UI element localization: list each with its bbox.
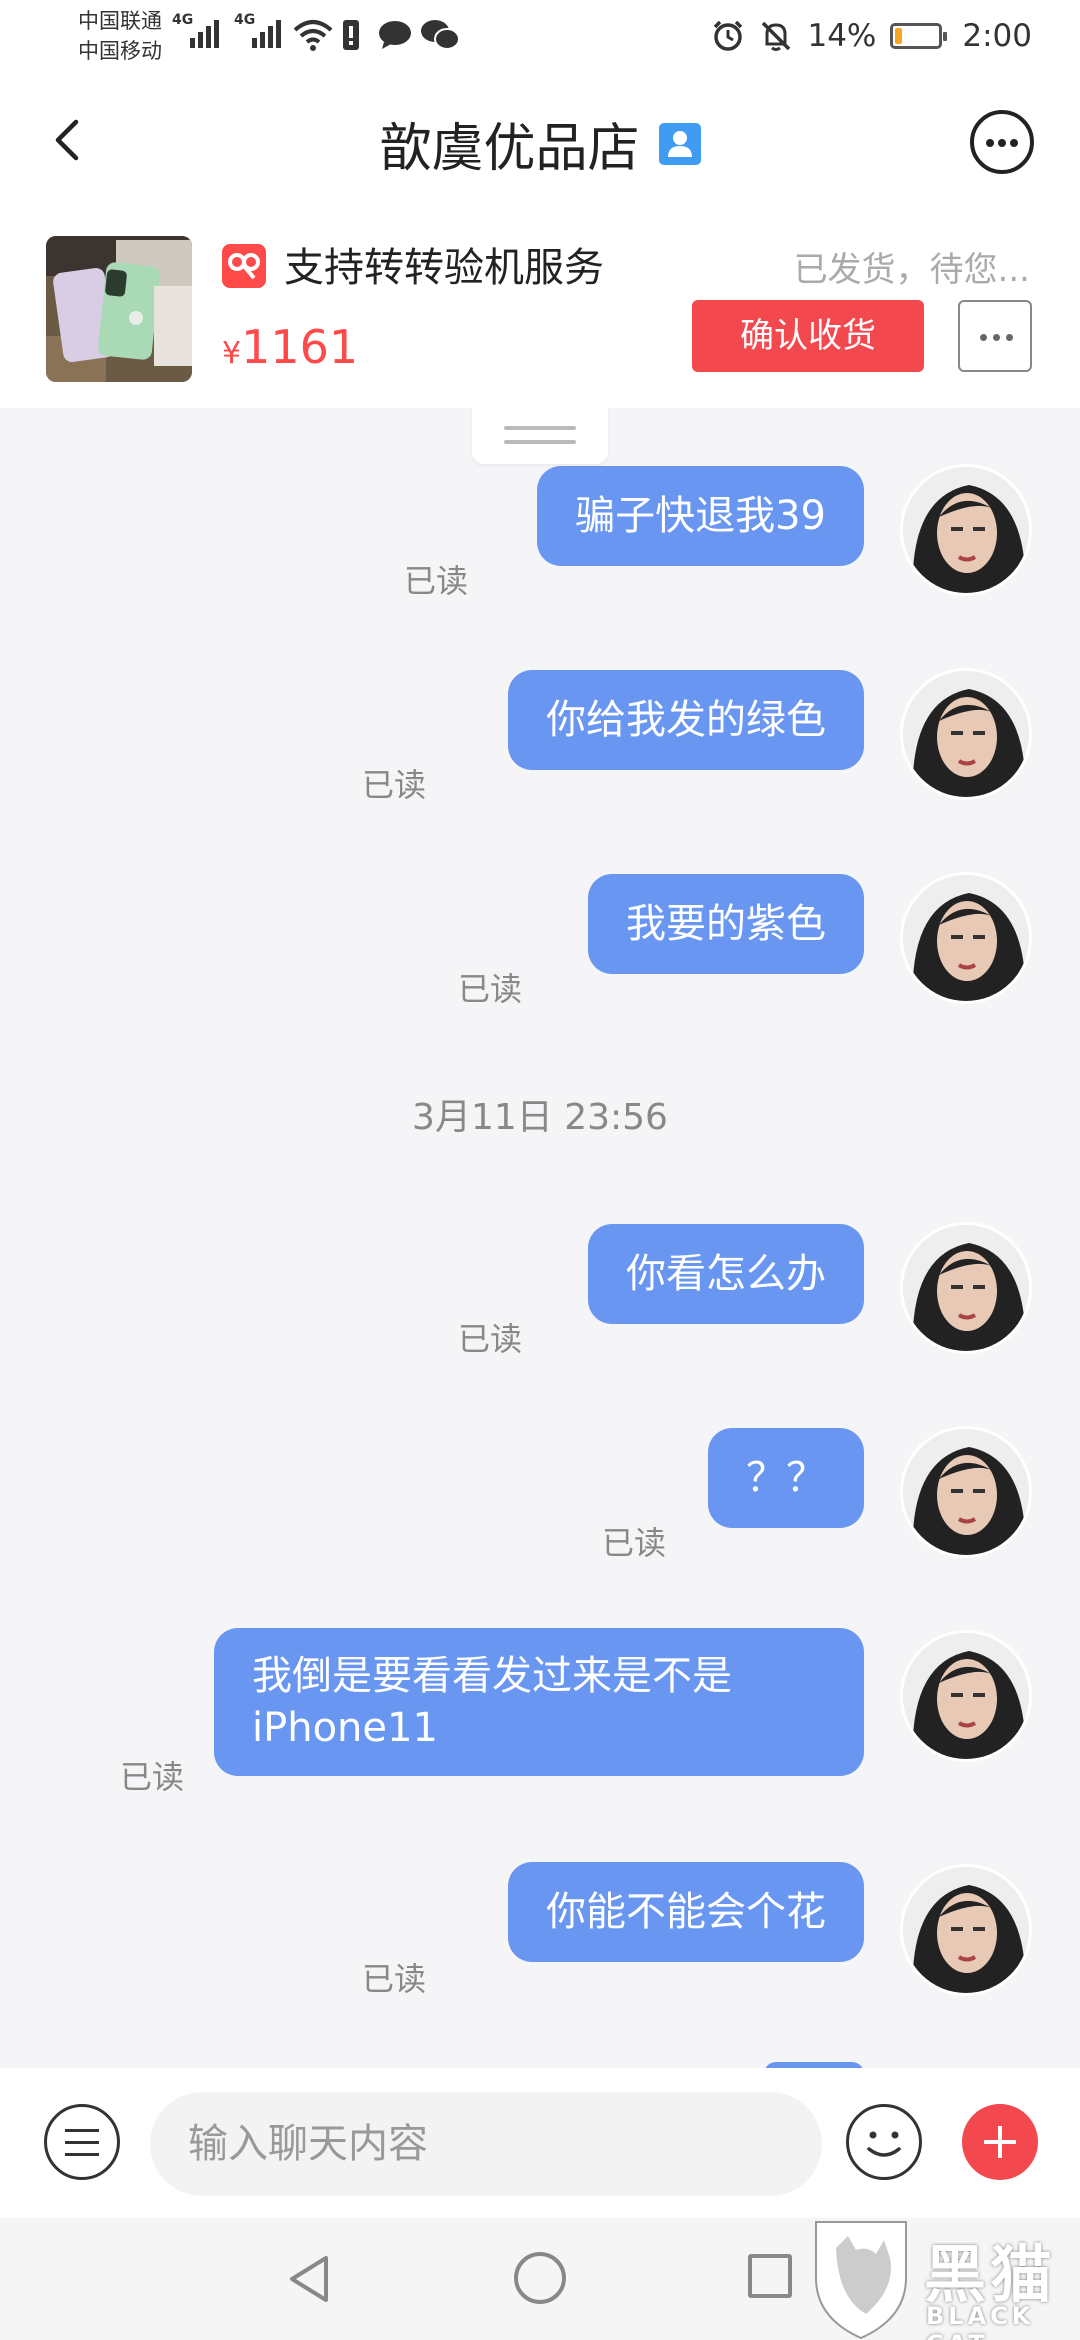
message-bubble[interactable]: 骗子快退我39 bbox=[537, 466, 864, 566]
carrier-1: 中国联通 bbox=[78, 9, 162, 33]
message-bubble[interactable]: 你给我发的绿色 bbox=[508, 670, 864, 770]
alert-icon bbox=[343, 20, 359, 50]
message-bubble[interactable]: ？？ bbox=[708, 1428, 864, 1528]
watermark-subtext: BLACK CAT bbox=[926, 2302, 1035, 2340]
product-card[interactable]: 支持转转验机服务 ¥1161 已发货，待您... 确认收货 bbox=[0, 208, 1080, 408]
nav-recent-button[interactable] bbox=[748, 2254, 792, 2298]
read-status: 已读 bbox=[457, 1320, 522, 1358]
menu-button[interactable] bbox=[44, 2104, 120, 2180]
carrier-2: 中国移动 bbox=[78, 39, 162, 63]
read-status: 已读 bbox=[601, 1524, 666, 1562]
card-more-button[interactable] bbox=[958, 300, 1032, 372]
chat-message-list[interactable]: 骗子快退我39 已读 你给我发的绿色 已读 我要的紫色 已读 3月11日 23:… bbox=[0, 408, 1080, 2068]
message-bubble[interactable]: 我倒是要看看发过来是不是iPhone11 bbox=[214, 1628, 864, 1776]
emoji-button[interactable] bbox=[846, 2104, 922, 2180]
signal-icon bbox=[252, 18, 281, 48]
battery-percent: 14% bbox=[807, 18, 877, 54]
triangle-back-icon bbox=[290, 2256, 328, 2302]
product-thumbnail[interactable] bbox=[46, 236, 192, 382]
more-options-button[interactable] bbox=[970, 110, 1034, 174]
message-icon bbox=[379, 21, 411, 49]
avatar[interactable] bbox=[900, 1222, 1032, 1354]
order-status: 已发货，待您... bbox=[793, 250, 1030, 290]
price-amount: 1161 bbox=[241, 320, 359, 374]
alarm-icon bbox=[714, 20, 743, 51]
read-status: 已读 bbox=[457, 970, 522, 1008]
confirm-receipt-button[interactable]: 确认收货 bbox=[692, 300, 924, 372]
watermark-text: 黑猫 bbox=[924, 2238, 1057, 2311]
chat-input[interactable] bbox=[150, 2092, 822, 2196]
wechat-icon bbox=[421, 20, 460, 50]
shop-title: 歆虞优品店 bbox=[379, 119, 640, 179]
title-wrap: 歆虞优品店 bbox=[0, 106, 1080, 181]
avatar[interactable] bbox=[900, 1426, 1032, 1558]
currency-symbol: ¥ bbox=[222, 336, 242, 371]
product-price: ¥1161 bbox=[222, 320, 358, 374]
avatar[interactable] bbox=[900, 1864, 1032, 1996]
battery-level bbox=[895, 28, 902, 44]
status-right-group: 14% 2:00 bbox=[711, 14, 1032, 58]
nav-back-button[interactable] bbox=[284, 2252, 334, 2310]
read-status: 已读 bbox=[361, 766, 426, 804]
carrier-names: 中国联通 中国移动 bbox=[78, 6, 162, 66]
chat-header: 歆虞优品店 bbox=[0, 72, 1080, 208]
clock: 2:00 bbox=[962, 18, 1032, 54]
avatar[interactable] bbox=[900, 464, 1032, 596]
watermark: 黑猫 BLACK CAT bbox=[806, 2218, 1080, 2340]
status-bar: 中国联通 中国移动 4G 4G 14% 2:00 bbox=[0, 0, 1080, 72]
battery-icon bbox=[890, 23, 948, 49]
message-bubble[interactable]: 你看怎么办 bbox=[588, 1224, 864, 1324]
message-bubble[interactable]: 我要的紫色 bbox=[588, 874, 864, 974]
read-status: 已读 bbox=[361, 1960, 426, 1998]
message-timestamp: 3月11日 23:56 bbox=[412, 1097, 668, 1138]
message-bubble[interactable]: 你能不能会个花 bbox=[508, 1862, 864, 1962]
cat-shield-icon bbox=[815, 2221, 907, 2340]
mute-bell-icon bbox=[762, 21, 791, 51]
avatar[interactable] bbox=[900, 1630, 1032, 1762]
read-status: 已读 bbox=[119, 1758, 184, 1796]
collapse-handle[interactable] bbox=[472, 408, 608, 464]
wifi-icon bbox=[293, 20, 333, 51]
inspection-service-icon bbox=[222, 244, 266, 288]
smile-icon bbox=[867, 2131, 901, 2157]
read-status: 已读 bbox=[403, 562, 468, 600]
input-bar bbox=[0, 2068, 1080, 2218]
signal-icon bbox=[190, 18, 219, 48]
nav-home-button[interactable] bbox=[514, 2252, 566, 2304]
avatar[interactable] bbox=[900, 872, 1032, 1004]
avatar[interactable] bbox=[900, 668, 1032, 800]
add-attachment-button[interactable] bbox=[962, 2104, 1038, 2180]
service-label: 支持转转验机服务 bbox=[284, 245, 604, 291]
shop-profile-icon[interactable] bbox=[658, 122, 701, 165]
